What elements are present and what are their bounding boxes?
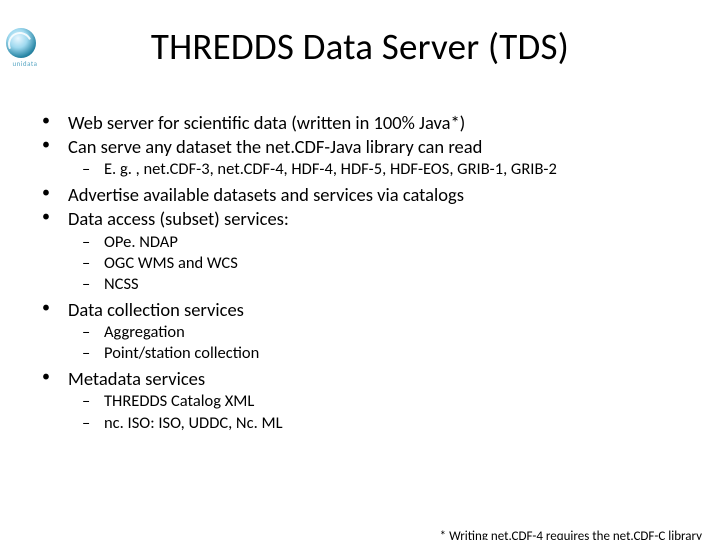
subbullet-ogc: OGC WMS and WCS [68, 253, 700, 274]
bullet-data-access: Data access (subset) services: OPe. NDAP… [34, 207, 700, 294]
logo-brand-text: unidata [6, 59, 44, 68]
bullet-metadata: Metadata services THREDDS Catalog XML nc… [34, 367, 700, 433]
bullet-text: Data access (subset) services: [68, 207, 289, 230]
subbullet-catalog-xml: THREDDS Catalog XML [68, 391, 700, 412]
unidata-logo: unidata [6, 28, 44, 66]
subbullet-ncss: NCSS [68, 274, 700, 295]
footnote: * Writing net.CDF-4 requires the net.CDF… [440, 529, 702, 540]
slide-body: Web server for scientific data (written … [34, 111, 700, 434]
bullet-data-collection: Data collection services Aggregation Poi… [34, 298, 700, 364]
subbullet-aggregation: Aggregation [68, 322, 700, 343]
subbullet-nciso: nc. ISO: ISO, UDDC, Nc. ML [68, 413, 700, 434]
subbullet-formats: E. g. , net.CDF-3, net.CDF-4, HDF-4, HDF… [68, 159, 700, 180]
slide-title: THREDDS Data Server (TDS) [0, 24, 720, 69]
globe-icon [6, 28, 36, 58]
bullet-can-serve: Can serve any dataset the net.CDF-Java l… [34, 135, 700, 180]
bullet-text: Can serve any dataset the net.CDF-Java l… [68, 135, 482, 158]
bullet-text: Metadata services [68, 367, 205, 390]
bullet-text: Data collection services [68, 298, 244, 321]
subbullet-opendap: OPe. NDAP [68, 232, 700, 253]
bullet-web-server: Web server for scientific data (written … [34, 111, 700, 134]
bullet-advertise: Advertise available datasets and service… [34, 183, 700, 206]
subbullet-point-station: Point/station collection [68, 343, 700, 364]
